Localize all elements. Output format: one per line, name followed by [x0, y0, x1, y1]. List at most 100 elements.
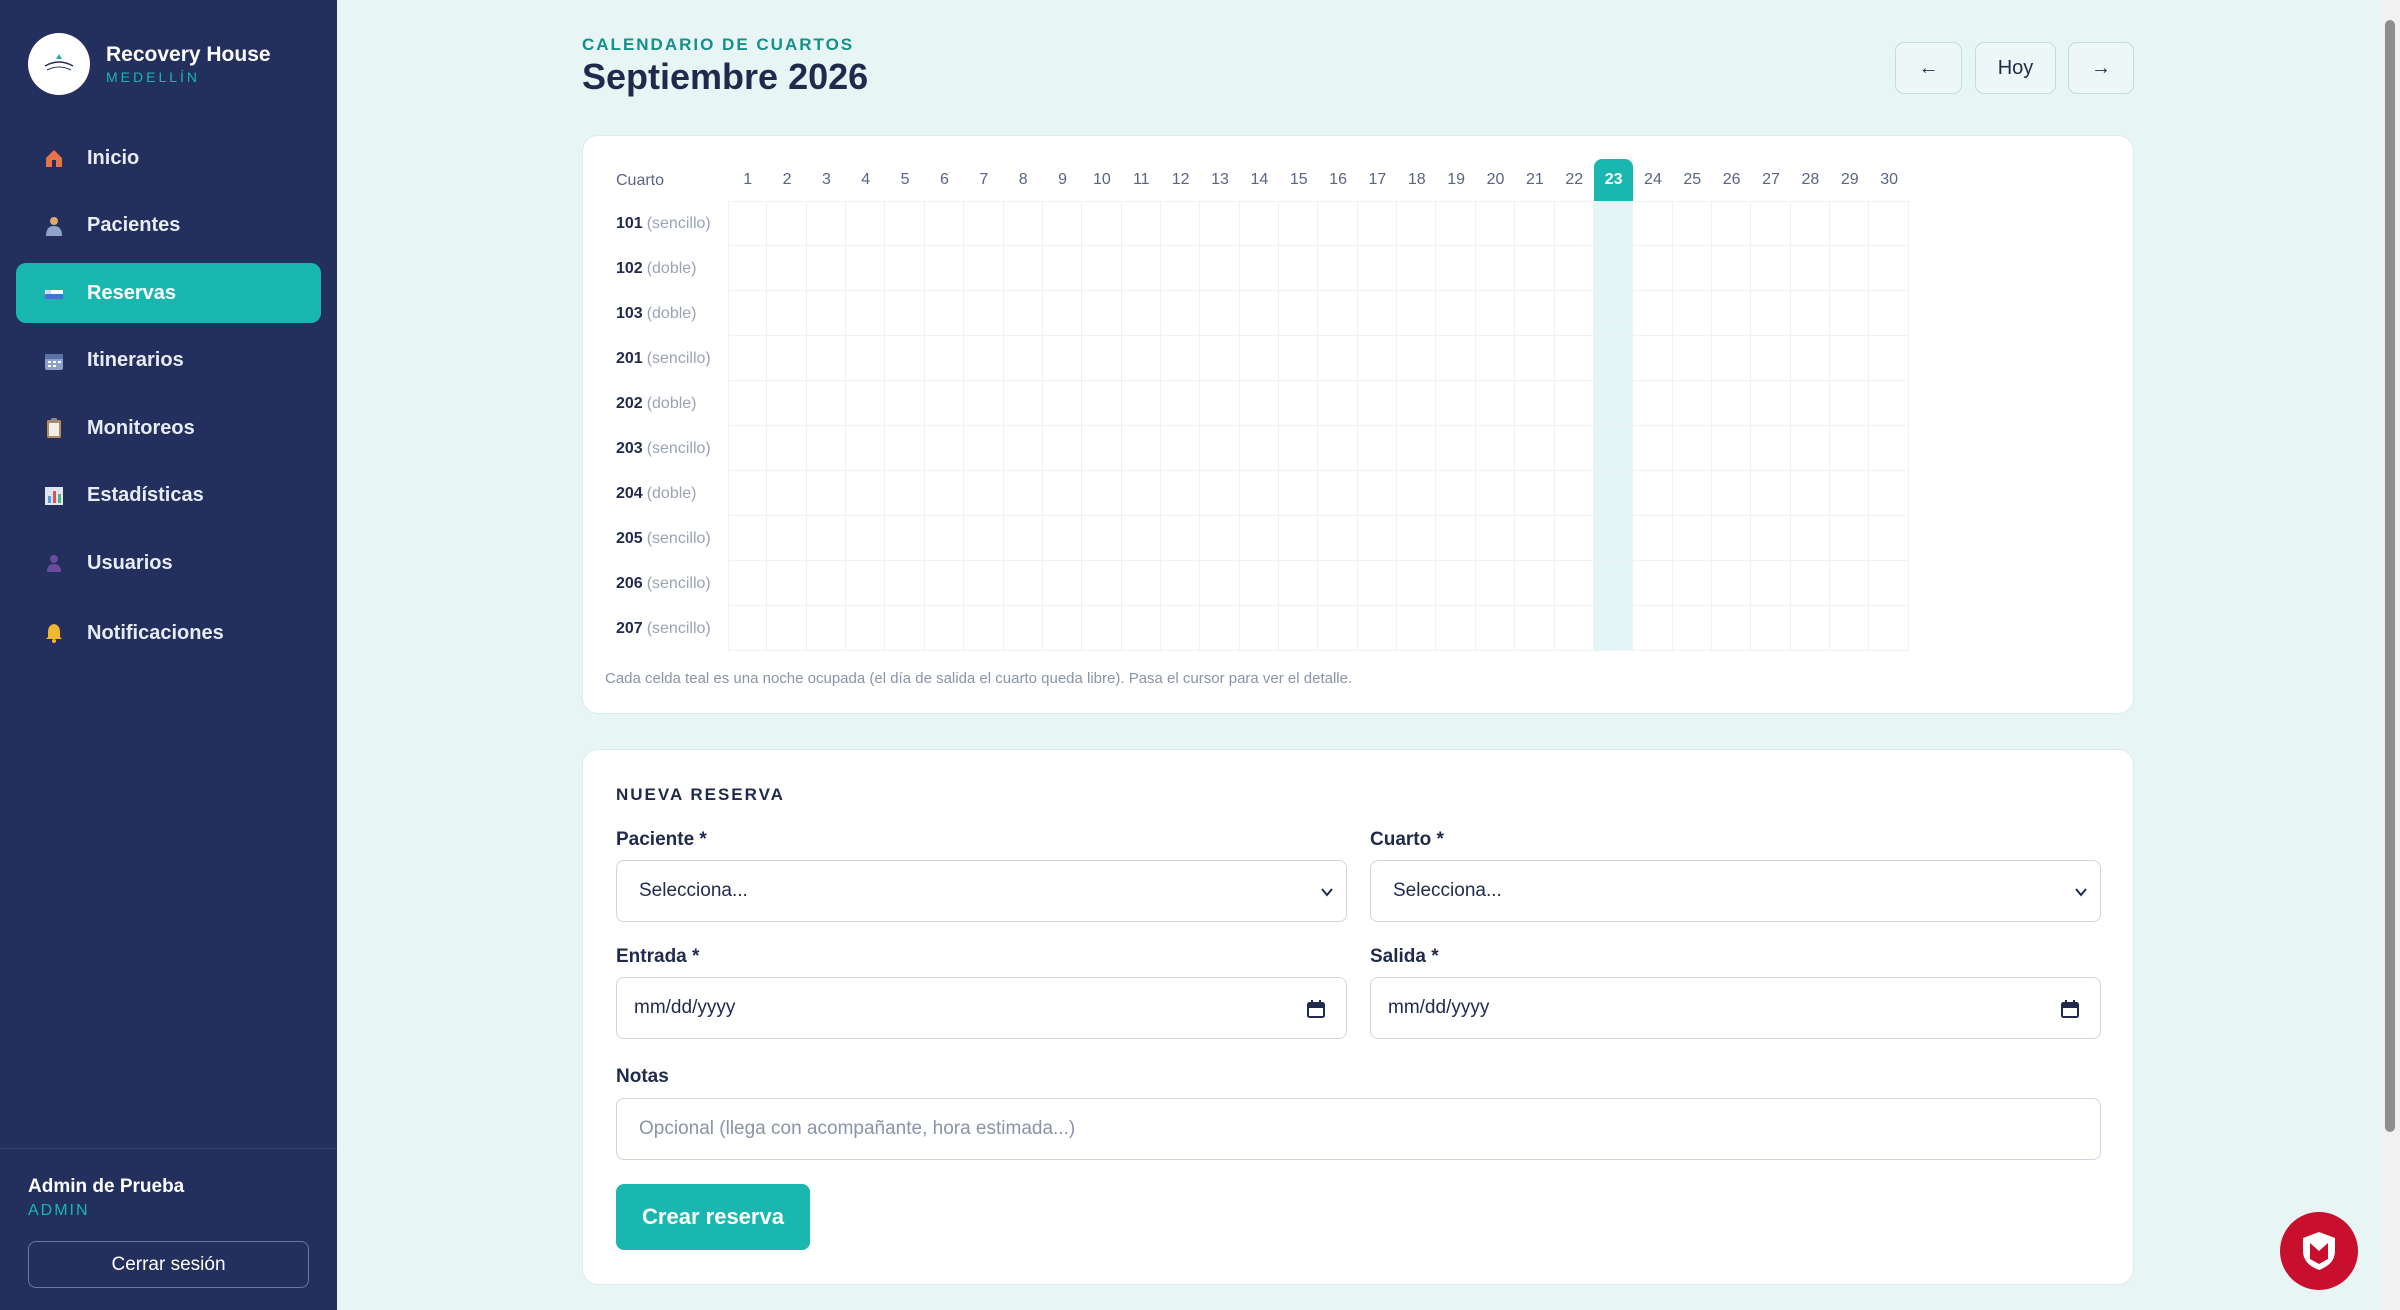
sidebar-item-usuarios[interactable]: Usuarios	[16, 533, 321, 593]
calendar-cell[interactable]	[1318, 201, 1358, 246]
calendar-cell[interactable]	[1712, 516, 1752, 561]
logout-button[interactable]: Cerrar sesión	[28, 1241, 309, 1288]
calendar-cell[interactable]	[1869, 471, 1909, 516]
calendar-cell[interactable]	[1279, 561, 1319, 606]
calendar-cell[interactable]	[885, 246, 925, 291]
calendar-cell[interactable]	[728, 471, 768, 516]
calendar-cell[interactable]	[1436, 336, 1476, 381]
calendar-cell[interactable]	[964, 606, 1004, 651]
calendar-cell[interactable]	[1121, 471, 1161, 516]
calendar-cell[interactable]	[1397, 426, 1437, 471]
calendar-cell[interactable]	[1200, 381, 1240, 426]
calendar-cell[interactable]	[1751, 336, 1791, 381]
calendar-cell[interactable]	[1357, 381, 1398, 426]
calendar-cell[interactable]	[964, 381, 1004, 426]
calendar-cell[interactable]	[1357, 246, 1398, 291]
calendar-cell[interactable]	[846, 561, 886, 606]
calendar-cell[interactable]	[964, 561, 1004, 606]
calendar-cell[interactable]	[806, 606, 847, 651]
calendar-cell[interactable]	[1515, 471, 1555, 516]
calendar-cell[interactable]	[924, 516, 965, 561]
calendar-cell[interactable]	[1869, 291, 1909, 336]
calendar-cell[interactable]	[1830, 471, 1870, 516]
calendar-cell[interactable]	[924, 201, 965, 246]
sidebar-item-notificaciones[interactable]: Notificaciones	[16, 603, 321, 663]
calendar-cell[interactable]	[1239, 336, 1280, 381]
calendar-cell[interactable]	[964, 291, 1004, 336]
calendar-cell[interactable]	[885, 606, 925, 651]
calendar-cell[interactable]	[1160, 471, 1201, 516]
calendar-cell[interactable]	[1160, 426, 1201, 471]
calendar-cell[interactable]	[1279, 381, 1319, 426]
calendar-cell[interactable]	[1515, 606, 1555, 651]
calendar-cell[interactable]	[1554, 381, 1594, 426]
calendar-cell[interactable]	[1160, 516, 1201, 561]
calendar-cell[interactable]	[1633, 471, 1673, 516]
calendar-cell[interactable]	[1869, 516, 1909, 561]
calendar-cell[interactable]	[1003, 606, 1043, 651]
calendar-cell[interactable]	[1790, 516, 1831, 561]
calendar-cell[interactable]	[767, 336, 807, 381]
calendar-cell[interactable]	[1397, 561, 1437, 606]
calendar-cell[interactable]	[1790, 201, 1831, 246]
calendar-cell[interactable]	[1830, 201, 1870, 246]
calendar-cell[interactable]	[1436, 246, 1476, 291]
calendar-cell[interactable]	[1633, 426, 1673, 471]
sidebar-item-pacientes[interactable]: Pacientes	[16, 196, 321, 256]
calendar-cell[interactable]	[1003, 291, 1043, 336]
calendar-cell[interactable]	[1121, 561, 1161, 606]
calendar-cell[interactable]	[1751, 201, 1791, 246]
calendar-cell[interactable]	[1593, 336, 1634, 381]
calendar-cell[interactable]	[846, 471, 886, 516]
calendar-cell[interactable]	[1475, 606, 1516, 651]
calendar-cell[interactable]	[1121, 606, 1161, 651]
calendar-cell[interactable]	[846, 606, 886, 651]
calendar-cell[interactable]	[1003, 201, 1043, 246]
calendar-cell[interactable]	[1318, 336, 1358, 381]
calendar-cell[interactable]	[1397, 471, 1437, 516]
calendar-cell[interactable]	[1318, 516, 1358, 561]
calendar-cell[interactable]	[1554, 246, 1594, 291]
calendar-cell[interactable]	[1357, 471, 1398, 516]
calendar-cell[interactable]	[1751, 471, 1791, 516]
calendar-cell[interactable]	[1672, 381, 1712, 426]
calendar-cell[interactable]	[767, 471, 807, 516]
calendar-cell[interactable]	[1633, 516, 1673, 561]
calendar-cell[interactable]	[1397, 291, 1437, 336]
calendar-cell[interactable]	[1318, 606, 1358, 651]
calendar-cell[interactable]	[1042, 246, 1083, 291]
calendar-cell[interactable]	[885, 291, 925, 336]
calendar-cell[interactable]	[924, 246, 965, 291]
calendar-cell[interactable]	[924, 381, 965, 426]
calendar-cell[interactable]	[1554, 426, 1594, 471]
calendar-cell[interactable]	[1082, 471, 1122, 516]
calendar-cell[interactable]	[1593, 291, 1634, 336]
calendar-cell[interactable]	[1554, 291, 1594, 336]
calendar-cell[interactable]	[1318, 426, 1358, 471]
calendar-cell[interactable]	[1672, 201, 1712, 246]
calendar-cell[interactable]	[1160, 291, 1201, 336]
calendar-cell[interactable]	[806, 291, 847, 336]
calendar-cell[interactable]	[846, 426, 886, 471]
calendar-cell[interactable]	[1869, 246, 1909, 291]
calendar-cell[interactable]	[1082, 381, 1122, 426]
calendar-cell[interactable]	[1279, 606, 1319, 651]
calendar-cell[interactable]	[1239, 471, 1280, 516]
calendar-cell[interactable]	[1672, 426, 1712, 471]
calendar-cell[interactable]	[1082, 336, 1122, 381]
calendar-cell[interactable]	[1279, 426, 1319, 471]
calendar-cell[interactable]	[1397, 606, 1437, 651]
calendar-cell[interactable]	[806, 516, 847, 561]
calendar-cell[interactable]	[1200, 516, 1240, 561]
calendar-cell[interactable]	[1200, 606, 1240, 651]
calendar-cell[interactable]	[885, 201, 925, 246]
calendar-cell[interactable]	[1200, 336, 1240, 381]
calendar-cell[interactable]	[1239, 561, 1280, 606]
calendar-cell[interactable]	[1082, 246, 1122, 291]
calendar-cell[interactable]	[1357, 291, 1398, 336]
calendar-cell[interactable]	[1160, 561, 1201, 606]
calendar-cell[interactable]	[1121, 381, 1161, 426]
calendar-cell[interactable]	[1633, 561, 1673, 606]
calendar-cell[interactable]	[1121, 336, 1161, 381]
calendar-cell[interactable]	[767, 426, 807, 471]
